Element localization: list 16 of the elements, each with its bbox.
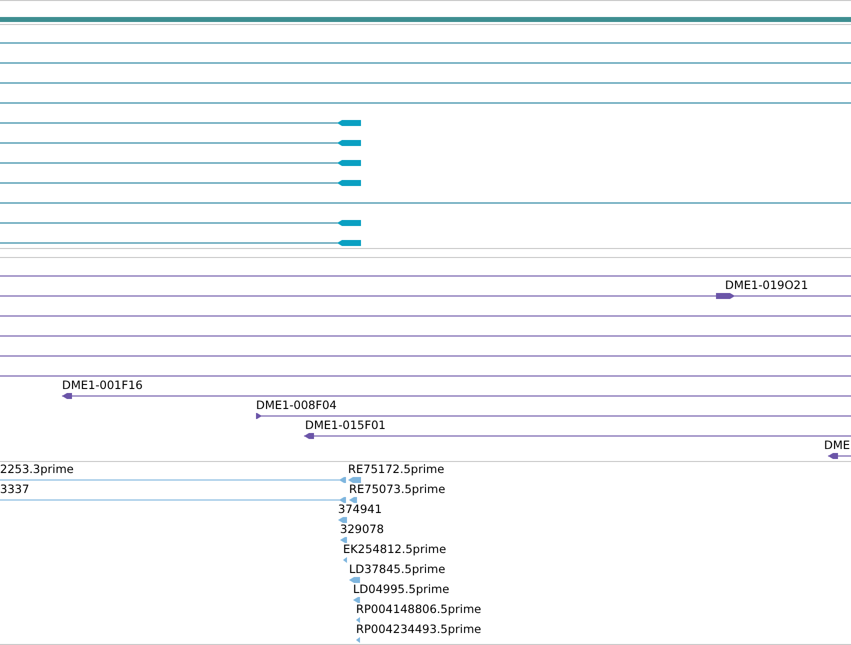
feature-label: DME [824,439,850,452]
feature-label: EK254812.5prime [343,543,446,556]
feature-label: 329078 [340,523,384,536]
feature-label: DME1-008F04 [256,399,337,412]
feature-label: RE75172.5prime [348,463,444,476]
feature-label: LD37845.5prime [349,563,446,576]
feature-label: RE75073.5prime [349,483,446,496]
feature-label: DME1-001F16 [62,379,143,392]
feature-label: 374941 [338,503,382,516]
feature-label: 3337 [0,483,30,496]
feature-label: LD04995.5prime [353,583,450,596]
feature-label: RP004148806.5prime [356,603,482,616]
feature-label: 2253.3prime [0,463,74,476]
feature-label: DME1-019O21 [725,279,808,292]
feature-label: DME1-015F01 [305,419,386,432]
feature-label: RP004234493.5prime [356,623,482,636]
